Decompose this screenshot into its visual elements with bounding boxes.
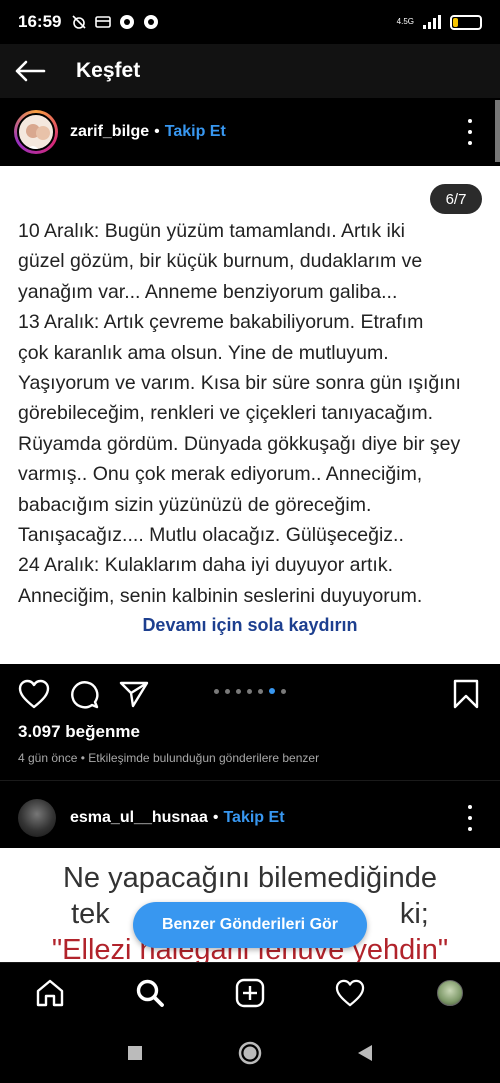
comment-button[interactable] [68,678,100,710]
nav-activity[interactable] [326,969,374,1017]
separator: • [212,809,219,826]
post-text-line: çok karanlık ama olsun. Yine de mutluyum… [18,341,389,364]
heart-icon [335,979,365,1006]
swipe-hint: Devamı için sola kaydırın [142,615,358,635]
back-triangle-icon[interactable] [357,1044,373,1062]
scrollbar [495,100,500,162]
carousel-dot [236,688,241,694]
more-options-icon[interactable] [462,805,478,831]
status-time: 16:59 [18,12,62,31]
recents-icon[interactable] [127,1045,143,1061]
divider [0,780,500,781]
post-text-line: yanağım var... Anneme benziyorum galiba.… [18,280,398,303]
carousel-dot [247,688,252,694]
status-bar: 16:59 4.5G 17 [0,0,500,44]
post-text-line: görebileceğim, renkleri ve çiçekleri tan… [18,402,434,425]
avatar[interactable] [14,110,58,154]
nav-profile[interactable] [426,969,474,1017]
chrome-icon [144,15,159,29]
home-icon [36,979,64,1006]
image-text-line: Ne yapacağını bilemediğinde [62,862,438,894]
plus-square-icon [235,978,265,1007]
profile-avatar [437,979,463,1006]
carousel-dots [214,688,286,694]
home-circle-icon[interactable] [238,1041,262,1065]
nav-create[interactable] [226,969,274,1017]
more-options-icon[interactable] [462,119,478,145]
post-image[interactable]: 6/7 10 Aralık: Bugün yüzüm tamamlandı. A… [0,166,500,664]
bookmark-icon [453,679,479,709]
similar-posts-button[interactable]: Benzer Gönderileri Gör [133,902,367,948]
post-text-line: Yaşıyorum ve varım. Kısa bir süre sonra … [18,372,461,395]
post-text-line: Anneciğim, senin kalbinin seslerini duyu… [18,584,423,607]
post-actions [0,664,500,724]
post-meta: 4 gün önce • Etkileşimde bulunduğun gönd… [18,751,320,765]
carousel-dot [258,688,263,694]
network-type: 4.5G [396,17,414,26]
like-button[interactable] [18,678,50,710]
post-text-line: 24 Aralık: Kulaklarım daha iyi duyuyor a… [18,554,394,577]
follow-button[interactable]: Takip Et [223,809,284,827]
post-header: esma_ul__husnaa • Takip Et [0,790,500,846]
follow-button[interactable]: Takip Et [165,123,226,141]
status-icons [71,14,159,30]
page-indicator: 6/7 [430,184,482,214]
battery-label: 17 [460,16,472,28]
share-button[interactable] [118,678,150,710]
carousel-dot [225,688,230,694]
comment-icon [71,681,99,709]
search-icon [136,979,164,1007]
likes-count[interactable]: 3.097 beğenme [18,722,140,742]
carousel-dot [281,688,286,694]
bottom-nav [0,962,500,1022]
separator: • [154,123,160,140]
status-right: 4.5G 17 [397,14,482,30]
post-text-line: 13 Aralık: Artık çevreme bakabiliyorum. … [18,311,424,334]
carousel-dot [214,688,219,694]
post-text-line: 10 Aralık: Bugün yüzüm tamamlandı. Artık… [18,220,405,242]
avatar-image [17,113,55,151]
send-icon [119,681,149,708]
save-button[interactable] [450,678,482,710]
battery-level [453,17,458,27]
post-text-line: varmış.. Onu çok merak ediyorum.. Anneci… [18,463,423,486]
nav-search[interactable] [126,969,174,1017]
carousel-dot [269,688,275,694]
page-title: Keşfet [76,59,141,82]
post-text-line: güzel gözüm, bir küçük burnum, dudakları… [18,250,423,273]
system-nav-bar [0,1022,500,1083]
heart-icon [18,679,50,709]
post-text-line: babacığım sizin yüzünüzü de göreceğim. [18,493,372,516]
post-text: 10 Aralık: Bugün yüzüm tamamlandı. Artık… [18,216,486,611]
post-text-line: Tanışacağız.... Mutlu olacağız. Gülüşece… [18,524,404,547]
post-username[interactable]: zarif_bilge [70,123,149,141]
nav-home[interactable] [26,969,74,1017]
post-text-line: Rüyamda gördüm. Dünyada gökkuşağı diye b… [18,432,461,455]
app-header: Keşfet [0,44,500,98]
arrow-left-icon [15,60,46,82]
back-button[interactable] [0,44,60,98]
avatar[interactable] [18,799,56,837]
post-username[interactable]: esma_ul__husnaa [70,809,208,827]
post-header: zarif_bilge • Takip Et [0,100,500,164]
signal-icon [423,15,441,29]
battery-icon: 17 [450,14,482,30]
chrome-icon [120,15,135,29]
alarm-off-icon [72,15,87,29]
card-icon [95,16,112,28]
